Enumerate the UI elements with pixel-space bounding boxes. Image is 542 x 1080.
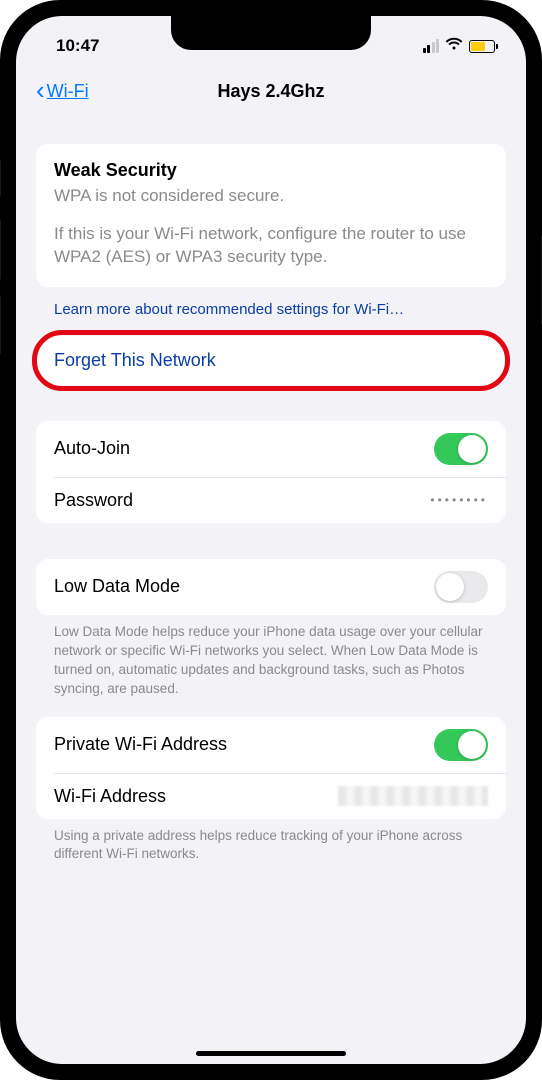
mute-switch bbox=[0, 160, 1, 196]
wifi-address-value-redacted bbox=[338, 786, 488, 806]
chevron-left-icon: ‹ bbox=[36, 77, 45, 103]
private-address-footer: Using a private address helps reduce tra… bbox=[36, 819, 506, 865]
back-button[interactable]: ‹ Wi-Fi bbox=[36, 80, 89, 103]
auto-join-toggle[interactable] bbox=[434, 433, 488, 465]
low-data-label: Low Data Mode bbox=[54, 576, 180, 597]
nav-bar: ‹ Wi-Fi Hays 2.4Ghz bbox=[16, 66, 526, 116]
auto-join-label: Auto-Join bbox=[54, 438, 130, 459]
learn-more-link[interactable]: Learn more about recommended settings fo… bbox=[36, 287, 506, 318]
private-wifi-label: Private Wi-Fi Address bbox=[54, 734, 227, 755]
back-label: Wi-Fi bbox=[47, 81, 89, 102]
low-data-row: Low Data Mode bbox=[36, 559, 506, 615]
forget-network-section: Forget This Network bbox=[36, 336, 506, 385]
private-wifi-toggle[interactable] bbox=[434, 729, 488, 761]
password-label: Password bbox=[54, 490, 133, 511]
status-indicators: ⚡ bbox=[423, 36, 499, 56]
content-scroll[interactable]: Weak Security WPA is not considered secu… bbox=[16, 116, 526, 1064]
security-title: Weak Security bbox=[54, 160, 488, 181]
wifi-address-label: Wi-Fi Address bbox=[54, 786, 166, 807]
low-data-footer: Low Data Mode helps reduce your iPhone d… bbox=[36, 615, 506, 699]
private-wifi-row: Private Wi-Fi Address bbox=[36, 717, 506, 773]
wifi-icon bbox=[445, 36, 463, 56]
battery-icon: ⚡ bbox=[469, 40, 498, 53]
volume-down-button bbox=[0, 295, 1, 355]
home-indicator[interactable] bbox=[196, 1051, 346, 1056]
notch bbox=[171, 16, 371, 50]
status-time: 10:47 bbox=[56, 36, 99, 56]
password-row[interactable]: Password •••••••• bbox=[54, 477, 506, 523]
volume-up-button bbox=[0, 220, 1, 280]
wifi-address-row[interactable]: Wi-Fi Address bbox=[54, 773, 506, 819]
auto-join-row: Auto-Join bbox=[36, 421, 506, 477]
forget-network-button[interactable]: Forget This Network bbox=[36, 336, 506, 385]
phone-frame: 10:47 ⚡ ‹ Wi-Fi bbox=[0, 0, 542, 1080]
low-data-section: Low Data Mode bbox=[36, 559, 506, 615]
security-description: If this is your Wi-Fi network, configure… bbox=[54, 223, 488, 269]
low-data-toggle[interactable] bbox=[434, 571, 488, 603]
security-warning-section: Weak Security WPA is not considered secu… bbox=[36, 144, 506, 287]
phone-screen: 10:47 ⚡ ‹ Wi-Fi bbox=[16, 16, 526, 1064]
page-title: Hays 2.4Ghz bbox=[217, 81, 324, 102]
security-subtitle: WPA is not considered secure. bbox=[54, 185, 488, 207]
password-value: •••••••• bbox=[430, 493, 488, 507]
connection-section: Auto-Join Password •••••••• bbox=[36, 421, 506, 523]
private-address-section: Private Wi-Fi Address Wi-Fi Address bbox=[36, 717, 506, 819]
cellular-icon bbox=[423, 39, 440, 53]
